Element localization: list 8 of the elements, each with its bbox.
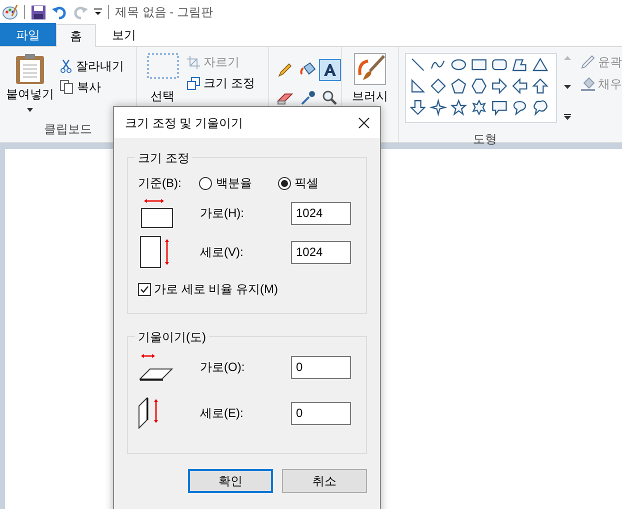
basis-label: 기준(B): <box>138 175 182 192</box>
field-label: 세로(V): <box>199 244 244 261</box>
field-label: 세로(E): <box>199 405 244 422</box>
field-label: 가로(H): <box>199 205 245 222</box>
field-label: 가로(O): <box>199 359 246 376</box>
dialog-title: 크기 조정 및 기울이기 <box>125 114 244 132</box>
group-label: 도형 <box>472 131 498 148</box>
window-title: 제목 없음 - 그림판 <box>115 4 213 21</box>
